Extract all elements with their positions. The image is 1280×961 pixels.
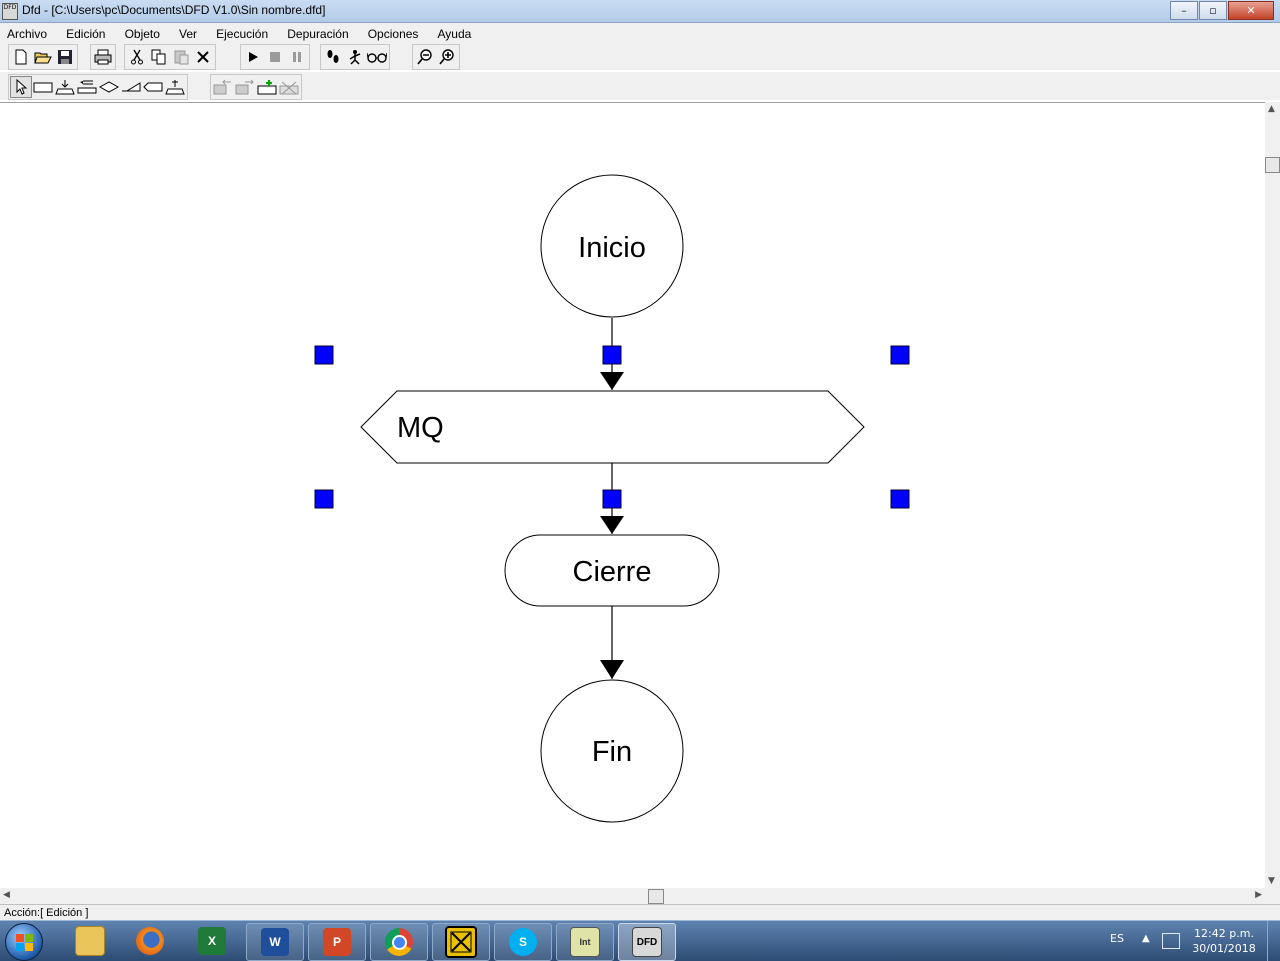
select-tool-icon[interactable] <box>10 76 32 98</box>
step-icon[interactable] <box>322 46 344 68</box>
loop-close-label: Cierre <box>573 556 652 588</box>
scroll-right-icon[interactable]: ▶ <box>1255 890 1262 900</box>
taskbar-excel[interactable]: X <box>184 923 240 959</box>
firefox-icon <box>136 927 164 955</box>
decision-icon[interactable] <box>98 76 120 98</box>
taskbar-powerpoint[interactable]: P <box>308 923 366 961</box>
show-desktop-button[interactable] <box>1267 921 1280 961</box>
start-button[interactable] <box>5 923 43 961</box>
scroll-down-icon[interactable]: ▼ <box>1268 876 1275 886</box>
folder-icon <box>75 926 105 956</box>
show-hidden-icons-icon[interactable]: ▲ <box>1142 933 1150 944</box>
minimize-button[interactable]: – <box>1170 1 1198 20</box>
flowchart-canvas[interactable]: Inicio MQ Cierre Fin <box>0 102 1265 889</box>
pseint-icon: Int <box>570 927 600 957</box>
delete-subprogram-icon[interactable] <box>278 76 300 98</box>
scroll-left-icon[interactable]: ◀ <box>3 890 10 900</box>
delete-icon[interactable] <box>192 46 214 68</box>
selection-handle[interactable] <box>602 489 622 509</box>
selection-handle[interactable] <box>890 345 910 365</box>
taskbar-chrome[interactable] <box>370 923 428 961</box>
taskbar-app-x[interactable] <box>432 923 490 961</box>
clock[interactable]: 12:42 p.m. 30/01/2018 <box>1188 926 1260 956</box>
selection-handle[interactable] <box>314 345 334 365</box>
while-icon[interactable] <box>120 76 142 98</box>
horizontal-scrollbar[interactable]: ◀ ▶ <box>0 888 1265 904</box>
system-tray: ES ▲ 12:42 p.m. 30/01/2018 <box>1080 921 1280 961</box>
print-icon[interactable] <box>92 46 114 68</box>
menu-bar: Archivo Edición Objeto Ver Ejecución Dep… <box>0 23 1280 42</box>
flowchart-diagram: Inicio MQ Cierre Fin <box>314 174 910 823</box>
loop-close-node[interactable]: Cierre <box>504 534 720 607</box>
start-node-label: Inicio <box>578 232 646 264</box>
taskbar-firefox[interactable] <box>122 923 178 959</box>
selection-handle[interactable] <box>602 345 622 365</box>
assignment-icon[interactable] <box>32 76 54 98</box>
close-button[interactable]: ✕ <box>1228 1 1274 20</box>
main-toolbar <box>0 42 1280 70</box>
zoom-in-icon[interactable] <box>436 46 458 68</box>
save-icon[interactable] <box>54 46 76 68</box>
status-bar: Acción:[ Edición ] <box>0 904 1280 921</box>
powerpoint-icon: P <box>323 928 351 956</box>
taskbar-word[interactable]: W <box>246 923 304 961</box>
vertical-scrollbar[interactable]: ▲ ▼ <box>1265 102 1280 888</box>
status-text: Acción:[ Edición ] <box>4 907 89 919</box>
selection-handle[interactable] <box>314 489 334 509</box>
scroll-up-icon[interactable]: ▲ <box>1268 104 1275 114</box>
app-x-icon <box>445 926 477 958</box>
end-node-label: Fin <box>592 736 632 768</box>
language-indicator[interactable]: ES <box>1110 932 1124 945</box>
run-icon[interactable] <box>242 46 264 68</box>
dfd-app-icon: DFD <box>2 3 18 20</box>
title-bar: DFD Dfd - [C:\Users\pc\Documents\DFD V1.… <box>0 0 1280 23</box>
objects-toolbar <box>0 72 1280 100</box>
for-icon[interactable] <box>142 76 164 98</box>
subprogram-icon[interactable] <box>164 76 186 98</box>
windows-logo-icon <box>16 934 33 951</box>
paste-icon[interactable] <box>170 46 192 68</box>
vertical-scroll-thumb[interactable] <box>1265 157 1280 173</box>
clock-time: 12:42 p.m. <box>1194 927 1254 940</box>
taskbar-explorer[interactable] <box>62 923 118 959</box>
stop-icon[interactable] <box>264 46 286 68</box>
horizontal-scroll-thumb[interactable] <box>648 889 664 904</box>
taskbar-pseint[interactable]: Int <box>556 923 614 961</box>
arrow-head-icon <box>600 372 624 390</box>
next-subprogram-icon[interactable] <box>234 76 256 98</box>
read-icon[interactable] <box>54 76 76 98</box>
while-loop-label: MQ <box>397 412 444 444</box>
new-file-icon[interactable] <box>10 46 32 68</box>
taskbar-dfd[interactable]: DFD <box>618 923 676 961</box>
end-node[interactable]: Fin <box>540 679 684 823</box>
window-title: Dfd - [C:\Users\pc\Documents\DFD V1.0\Si… <box>22 3 326 17</box>
step-into-icon[interactable] <box>344 46 366 68</box>
zoom-out-icon[interactable] <box>414 46 436 68</box>
excel-icon: X <box>198 927 226 955</box>
write-icon[interactable] <box>76 76 98 98</box>
while-loop-node[interactable]: MQ <box>360 390 865 464</box>
taskbar: X W P S Int DFD ES ▲ 12:42 p.m. 30/01/20… <box>0 920 1280 961</box>
word-icon: W <box>261 928 289 956</box>
watch-icon[interactable] <box>366 46 388 68</box>
scrollbar-corner <box>1265 888 1280 904</box>
start-node[interactable]: Inicio <box>540 174 684 318</box>
pause-icon[interactable] <box>286 46 308 68</box>
network-icon[interactable] <box>1162 933 1180 949</box>
arrow-head-icon <box>600 516 624 534</box>
clock-date: 30/01/2018 <box>1192 942 1256 955</box>
maximize-button[interactable]: ▫ <box>1199 1 1227 20</box>
arrow-head-icon <box>600 660 624 679</box>
previous-subprogram-icon[interactable] <box>212 76 234 98</box>
skype-icon: S <box>509 928 537 956</box>
taskbar-skype[interactable]: S <box>494 923 552 961</box>
new-subprogram-icon[interactable] <box>256 76 278 98</box>
dfd-icon: DFD <box>632 927 662 957</box>
cut-icon[interactable] <box>126 46 148 68</box>
chrome-icon <box>385 928 413 956</box>
copy-icon[interactable] <box>148 46 170 68</box>
selection-handle[interactable] <box>890 489 910 509</box>
open-file-icon[interactable] <box>32 46 54 68</box>
